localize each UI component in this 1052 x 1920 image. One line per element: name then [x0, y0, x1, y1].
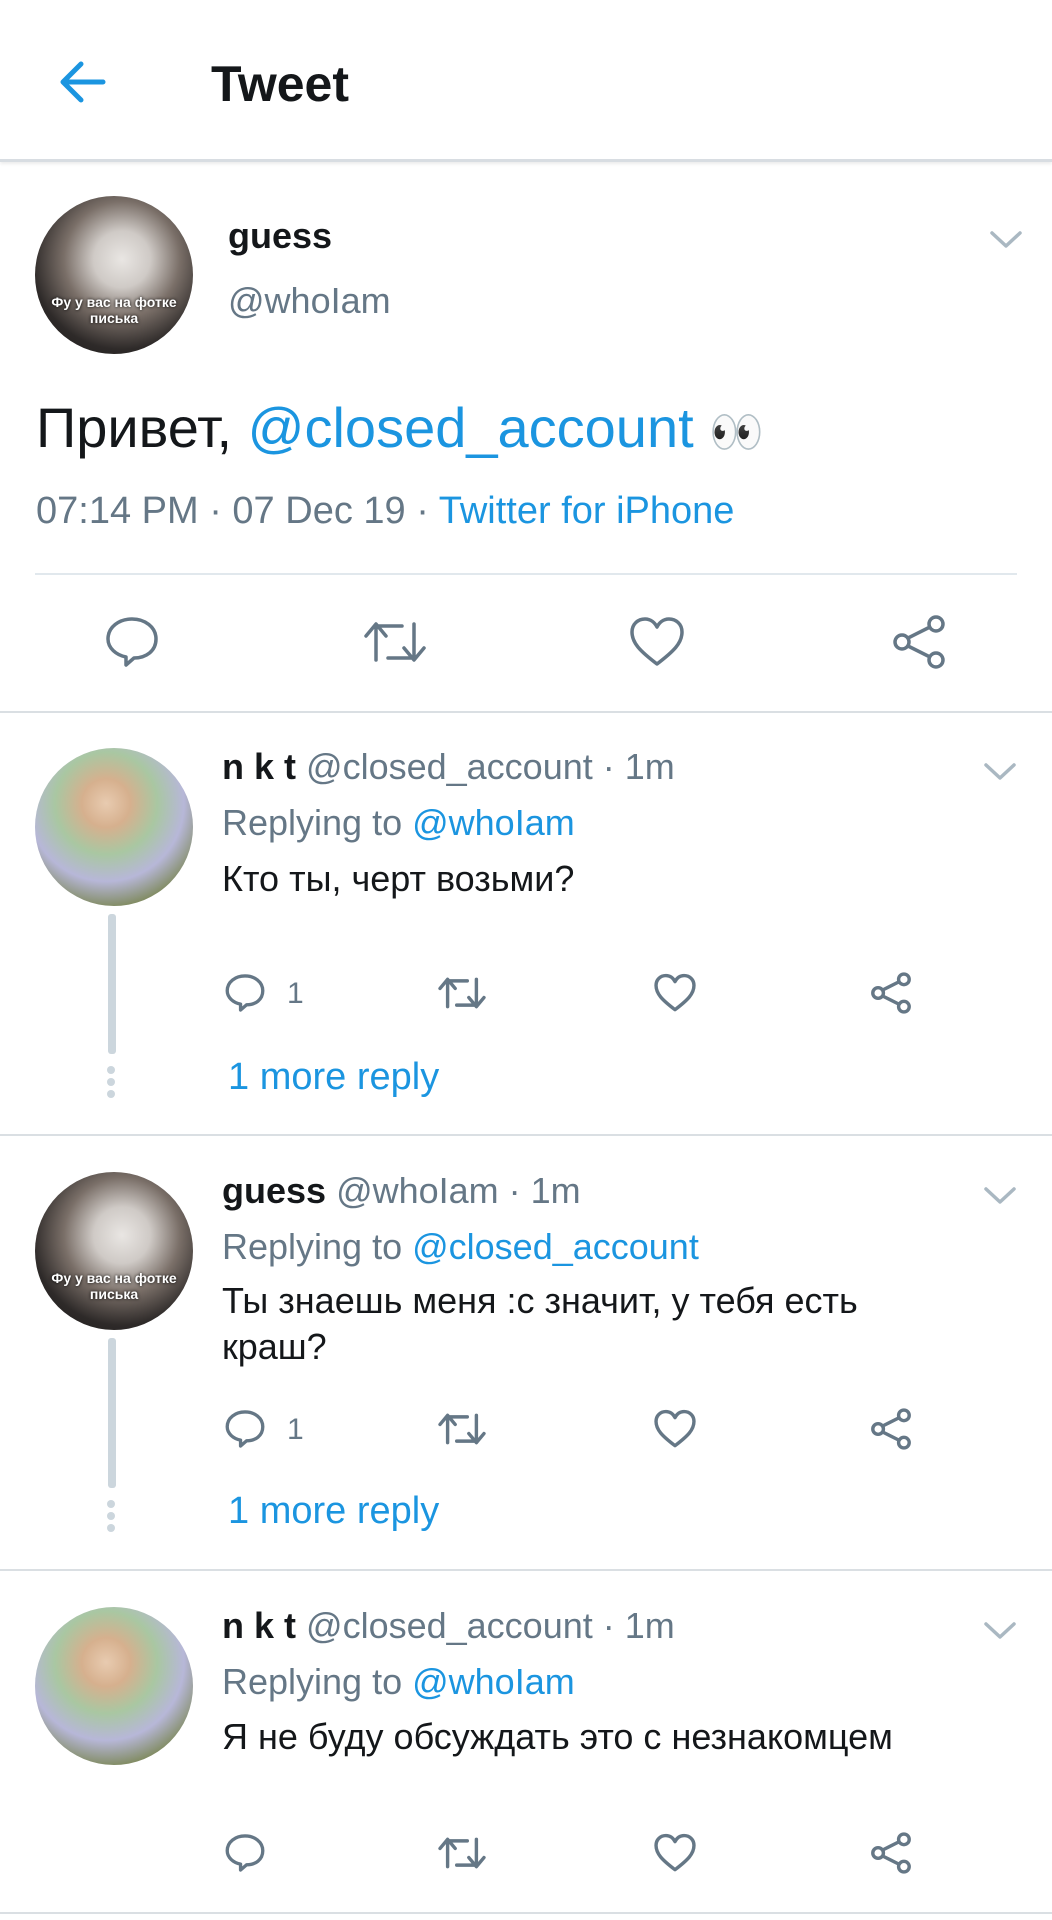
- reply-icon[interactable]: [100, 612, 164, 672]
- reply-author-name[interactable]: guess: [222, 1170, 326, 1211]
- thread-dots: [107, 1066, 117, 1102]
- section-separator: [0, 1569, 1052, 1571]
- avatar[interactable]: [35, 1607, 193, 1765]
- replying-to-link[interactable]: @closed_account: [412, 1226, 699, 1267]
- avatar[interactable]: Фу у вас на фотке писька: [35, 196, 193, 354]
- page-title: Tweet: [211, 56, 349, 112]
- reply-text: Ты знаешь меня :с значит, у тебя есть кр…: [222, 1280, 858, 1367]
- like-heart-icon[interactable]: [626, 612, 688, 672]
- replying-label: Replying to: [222, 1661, 413, 1702]
- author-name[interactable]: guess: [228, 215, 332, 257]
- reply-icon[interactable]: [220, 1828, 270, 1878]
- eyes-emoji: 👀: [709, 408, 765, 457]
- reply-icon[interactable]: [220, 968, 270, 1018]
- back-arrow-icon[interactable]: [52, 52, 112, 112]
- section-separator: [0, 1912, 1052, 1914]
- tweet-text-prefix: Привет,: [36, 396, 248, 459]
- reply-text: Кто ты, черт возьми?: [222, 858, 575, 899]
- section-separator: [0, 1134, 1052, 1136]
- replying-label: Replying to: [222, 1226, 413, 1267]
- retweet-icon[interactable]: [434, 1828, 490, 1878]
- top-app-bar: Tweet: [0, 0, 1052, 162]
- retweet-icon[interactable]: [434, 968, 490, 1018]
- tweet-timestamp: 07:14 PM · 07 Dec 19 ·: [36, 490, 439, 532]
- reply-count: 1: [287, 1413, 304, 1446]
- reply-text: Я не буду обсуждать это с незнакомцем: [222, 1716, 893, 1757]
- share-icon[interactable]: [866, 968, 916, 1018]
- mention-link[interactable]: @closed_account: [248, 396, 694, 459]
- replying-to: Replying to @whoIam: [222, 802, 575, 844]
- avatar[interactable]: [35, 748, 193, 906]
- reply-count: 1: [287, 977, 304, 1010]
- replying-to-link[interactable]: @whoIam: [412, 802, 575, 843]
- thread-line: [108, 1338, 116, 1488]
- author-handle[interactable]: @whoIam: [228, 280, 391, 322]
- chevron-down-icon[interactable]: [978, 750, 1022, 794]
- share-icon[interactable]: [866, 1828, 916, 1878]
- tweet-meta: 07:14 PM · 07 Dec 19 · Twitter for iPhon…: [36, 490, 734, 533]
- section-separator: [0, 711, 1052, 713]
- retweet-icon[interactable]: [434, 1404, 490, 1454]
- reply-header: n k t @closed_account · 1m: [222, 1605, 675, 1647]
- like-heart-icon[interactable]: [650, 1404, 700, 1454]
- chevron-down-icon[interactable]: [978, 1174, 1022, 1218]
- chevron-down-icon[interactable]: [978, 1609, 1022, 1653]
- share-icon[interactable]: [866, 1404, 916, 1454]
- chevron-down-icon[interactable]: [984, 218, 1028, 262]
- replying-label: Replying to: [222, 802, 413, 843]
- retweet-icon[interactable]: [360, 612, 430, 672]
- reply-header: n k t @closed_account · 1m: [222, 746, 675, 788]
- reply-author-name[interactable]: n k t: [222, 1605, 296, 1646]
- reply-icon[interactable]: [220, 1404, 270, 1454]
- avatar-caption: Фу у вас на фотке писька: [51, 293, 177, 326]
- avatar-caption: Фу у вас на фотке писька: [51, 1269, 177, 1302]
- tweet-text: Привет, @closed_account 👀: [36, 395, 764, 460]
- reply-handle-time: @whoIam · 1m: [336, 1170, 581, 1211]
- thread-line: [108, 914, 116, 1054]
- more-replies-link[interactable]: 1 more reply: [228, 1490, 439, 1533]
- like-heart-icon[interactable]: [650, 968, 700, 1018]
- share-icon[interactable]: [888, 612, 950, 672]
- like-heart-icon[interactable]: [650, 1828, 700, 1878]
- replying-to: Replying to @closed_account: [222, 1226, 699, 1268]
- reply-handle-time: @closed_account · 1m: [306, 746, 675, 787]
- more-replies-link[interactable]: 1 more reply: [228, 1056, 439, 1099]
- reply-header: guess @whoIam · 1m: [222, 1170, 581, 1212]
- divider: [35, 573, 1017, 575]
- avatar[interactable]: Фу у вас на фотке писька: [35, 1172, 193, 1330]
- reply-author-name[interactable]: n k t: [222, 746, 296, 787]
- replying-to: Replying to @whoIam: [222, 1661, 575, 1703]
- replying-to-link[interactable]: @whoIam: [412, 1661, 575, 1702]
- thread-dots: [107, 1500, 117, 1536]
- source-link[interactable]: Twitter for iPhone: [439, 490, 735, 532]
- reply-handle-time: @closed_account · 1m: [306, 1605, 675, 1646]
